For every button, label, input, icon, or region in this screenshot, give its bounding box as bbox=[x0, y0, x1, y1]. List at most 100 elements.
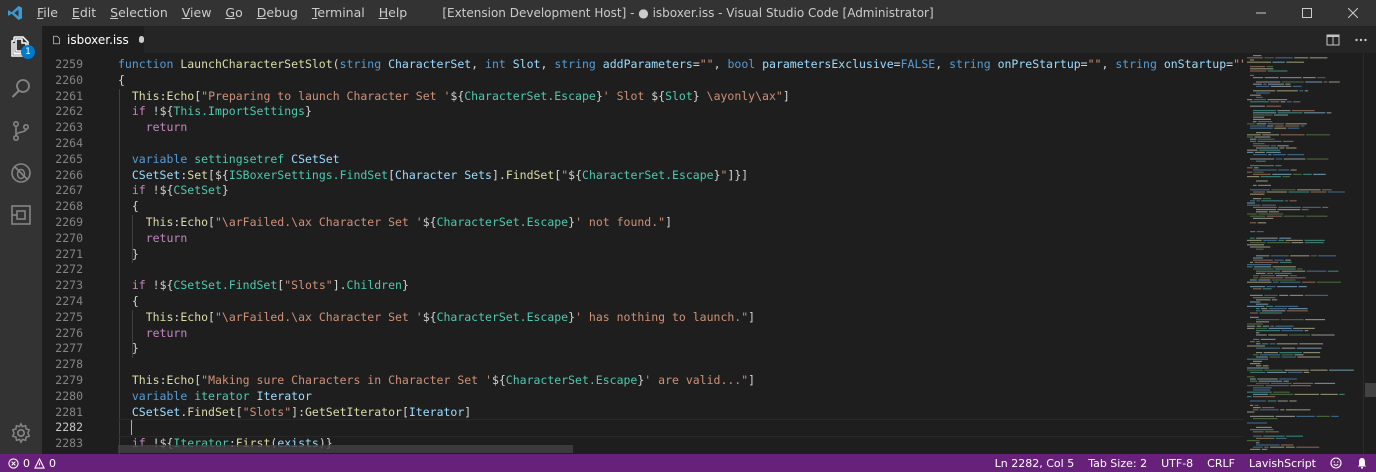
minimap-line bbox=[1316, 281, 1341, 283]
cursor-position[interactable]: Ln 2282, Col 5 bbox=[995, 457, 1075, 470]
end-of-line[interactable]: CRLF bbox=[1207, 457, 1235, 470]
minimap-line bbox=[1250, 312, 1258, 314]
minimap-line bbox=[1285, 125, 1300, 127]
settings-gear-icon[interactable] bbox=[0, 412, 42, 454]
minimap-line bbox=[1280, 134, 1305, 136]
window-controls bbox=[1238, 0, 1376, 26]
minimap-line bbox=[1304, 294, 1328, 296]
minimap-line bbox=[1247, 440, 1260, 442]
minimap-line bbox=[1250, 400, 1267, 402]
menu-selection[interactable]: Selection bbox=[103, 0, 175, 26]
unsaved-dot-icon[interactable] bbox=[138, 36, 144, 43]
minimap-line bbox=[1256, 341, 1260, 343]
line-number: 2268 bbox=[55, 199, 83, 214]
minimap-line bbox=[1253, 407, 1261, 409]
search-icon[interactable] bbox=[0, 68, 42, 110]
editor[interactable]: 2259 2260 2261 2262 2263 2264 2265 2266 2267 2268… bbox=[42, 53, 1376, 454]
minimap-line bbox=[1247, 422, 1268, 424]
minimap-line bbox=[1253, 257, 1263, 259]
minimap-line bbox=[1256, 81, 1281, 83]
minimap-line bbox=[1293, 327, 1315, 329]
minimap-line bbox=[1305, 319, 1326, 321]
minimap-line bbox=[1274, 305, 1299, 307]
minimap-line bbox=[1283, 215, 1305, 217]
minimap-line bbox=[1247, 213, 1257, 215]
menu-debug[interactable]: Debug bbox=[250, 0, 305, 26]
minimap-line bbox=[1316, 415, 1330, 417]
menu-go[interactable]: Go bbox=[218, 0, 249, 26]
horizontal-scrollbar[interactable] bbox=[118, 445, 573, 453]
minimap-line bbox=[1253, 275, 1259, 277]
minimap-line bbox=[1294, 57, 1309, 59]
minimap-line bbox=[1250, 200, 1256, 202]
line-number: 2277 bbox=[55, 341, 83, 356]
more-actions-icon[interactable] bbox=[1354, 33, 1368, 47]
minimap-line bbox=[1256, 123, 1267, 125]
minimap-line bbox=[1266, 151, 1281, 153]
minimap-line bbox=[1256, 132, 1271, 134]
minimap-line bbox=[1275, 57, 1293, 59]
line-number: 2262 bbox=[55, 104, 83, 119]
menu-view[interactable]: View bbox=[175, 0, 219, 26]
minimap-line bbox=[1328, 81, 1340, 83]
minimap-line bbox=[1256, 310, 1261, 312]
minimap-line bbox=[1275, 437, 1287, 439]
minimap-line bbox=[1253, 435, 1262, 437]
minimap-line bbox=[1304, 90, 1309, 92]
minimap-line bbox=[1267, 125, 1274, 127]
line-number: 2274 bbox=[55, 293, 83, 308]
problems-indicator[interactable]: 0 0 bbox=[0, 457, 56, 470]
minimap-line bbox=[1276, 275, 1289, 277]
tab-isboxer-iss[interactable]: isboxer.iss bbox=[42, 26, 144, 53]
minimap-line bbox=[1256, 332, 1260, 334]
minimap-line bbox=[1267, 400, 1277, 402]
minimap-line bbox=[1270, 145, 1276, 147]
encoding[interactable]: UTF-8 bbox=[1161, 457, 1193, 470]
minimap-line bbox=[1283, 140, 1294, 142]
debug-icon[interactable] bbox=[0, 152, 42, 194]
source-control-icon[interactable] bbox=[0, 110, 42, 152]
minimap-line bbox=[1257, 140, 1282, 142]
minimap-line bbox=[1253, 268, 1274, 270]
minimap-line bbox=[1274, 272, 1292, 274]
explorer-icon[interactable]: 1 bbox=[0, 26, 42, 68]
menu-file[interactable]: File bbox=[30, 0, 65, 26]
minimap-line bbox=[1303, 173, 1312, 175]
minimap-line bbox=[1309, 57, 1328, 59]
title-bar: File Edit Selection View Go Debug Termin… bbox=[0, 0, 1376, 26]
feedback-smiley-icon[interactable] bbox=[1330, 457, 1342, 469]
vertical-scrollbar[interactable] bbox=[1363, 53, 1376, 454]
tab-size[interactable]: Tab Size: 2 bbox=[1088, 457, 1147, 470]
minimap-line bbox=[1262, 407, 1275, 409]
minimap-line bbox=[1256, 200, 1260, 202]
language-mode[interactable]: LavishScript bbox=[1249, 457, 1316, 470]
minimap-line bbox=[1270, 101, 1280, 103]
minimap-line bbox=[1253, 114, 1273, 116]
warning-count: 0 bbox=[49, 456, 56, 470]
minimap-line bbox=[1250, 261, 1254, 263]
minimap-line bbox=[1278, 206, 1301, 208]
minimap[interactable] bbox=[1245, 53, 1363, 454]
minimap-line bbox=[1250, 70, 1267, 72]
minimap-line bbox=[1253, 338, 1260, 340]
split-editor-icon[interactable] bbox=[1326, 33, 1340, 47]
maximize-button[interactable] bbox=[1284, 0, 1330, 26]
extensions-icon[interactable] bbox=[0, 194, 42, 236]
menu-edit[interactable]: Edit bbox=[65, 0, 103, 26]
menu-help[interactable]: Help bbox=[372, 0, 415, 26]
minimap-line bbox=[1293, 382, 1313, 384]
minimize-button[interactable] bbox=[1238, 0, 1284, 26]
code-area[interactable]: function LaunchCharacterSetSlot(string C… bbox=[118, 57, 1244, 452]
scrollbar-thumb[interactable] bbox=[1365, 383, 1376, 397]
minimap-line bbox=[1256, 92, 1270, 94]
minimap-line bbox=[1256, 356, 1268, 358]
minimap-line bbox=[1281, 270, 1306, 272]
minimap-line bbox=[1257, 222, 1267, 224]
menu-terminal[interactable]: Terminal bbox=[305, 0, 372, 26]
notifications-bell-icon[interactable] bbox=[1356, 457, 1368, 469]
text-cursor bbox=[131, 420, 132, 436]
close-button[interactable] bbox=[1330, 0, 1376, 26]
minimap-line bbox=[1259, 354, 1280, 356]
minimap-line bbox=[1256, 96, 1263, 98]
error-icon bbox=[8, 457, 19, 469]
